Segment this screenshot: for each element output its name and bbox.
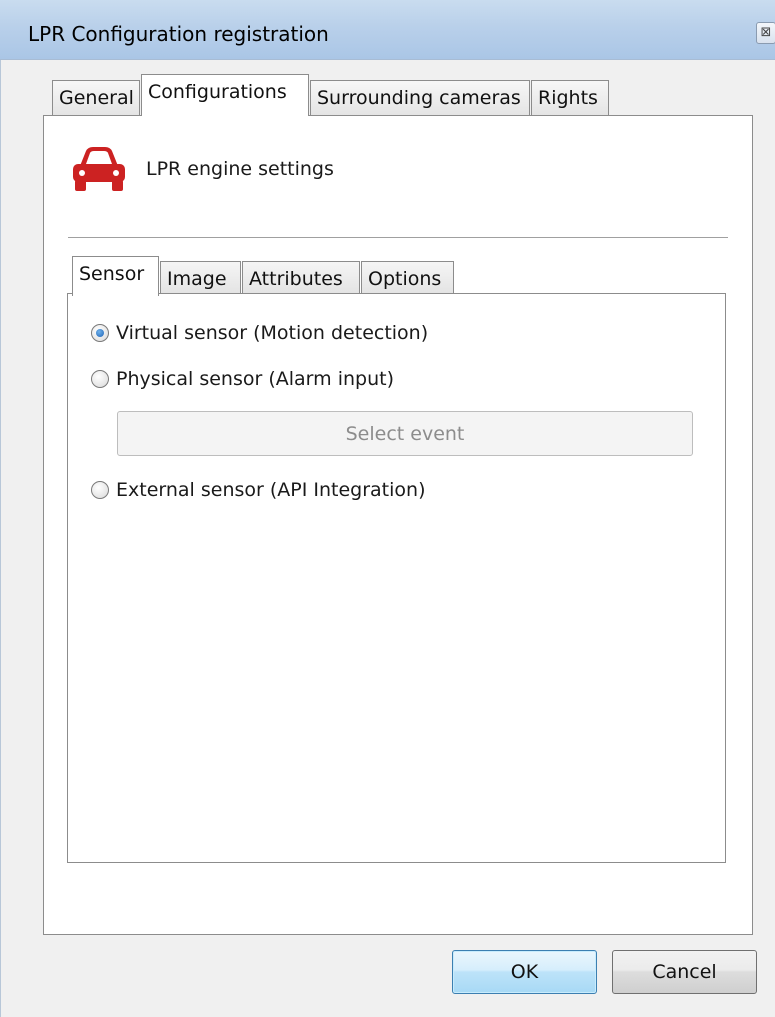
physical-sensor-radio[interactable] (91, 370, 109, 388)
select-event-button[interactable]: Select event (117, 411, 693, 456)
tab-image[interactable]: Image (160, 261, 241, 295)
ok-button[interactable]: OK (452, 950, 597, 994)
tab-rights[interactable]: Rights (531, 80, 609, 116)
external-sensor-option[interactable]: External sensor (API Integration) (91, 479, 426, 501)
virtual-sensor-option[interactable]: Virtual sensor (Motion detection) (91, 322, 428, 344)
tab-sensor[interactable]: Sensor (72, 256, 159, 296)
title-bar: LPR Configuration registration ⊠ (0, 0, 775, 60)
cancel-button[interactable]: Cancel (612, 950, 757, 994)
external-sensor-label: External sensor (API Integration) (116, 479, 426, 501)
virtual-sensor-label: Virtual sensor (Motion detection) (116, 322, 429, 344)
tab-surrounding-cameras[interactable]: Surrounding cameras (310, 80, 530, 116)
section-title: LPR engine settings (146, 158, 334, 180)
external-sensor-radio[interactable] (91, 481, 109, 499)
window-title: LPR Configuration registration (28, 22, 329, 46)
virtual-sensor-radio[interactable] (91, 324, 109, 342)
separator (68, 237, 728, 238)
tab-general[interactable]: General (52, 80, 140, 116)
physical-sensor-label: Physical sensor (Alarm input) (116, 368, 394, 390)
tab-configurations[interactable]: Configurations (141, 74, 309, 116)
tab-options[interactable]: Options (361, 261, 454, 295)
car-icon (73, 147, 125, 191)
tab-attributes[interactable]: Attributes (242, 261, 360, 295)
dialog-window: LPR Configuration registration ⊠ General… (0, 0, 775, 1017)
close-button[interactable]: ⊠ (756, 22, 775, 44)
physical-sensor-option[interactable]: Physical sensor (Alarm input) (91, 368, 394, 390)
